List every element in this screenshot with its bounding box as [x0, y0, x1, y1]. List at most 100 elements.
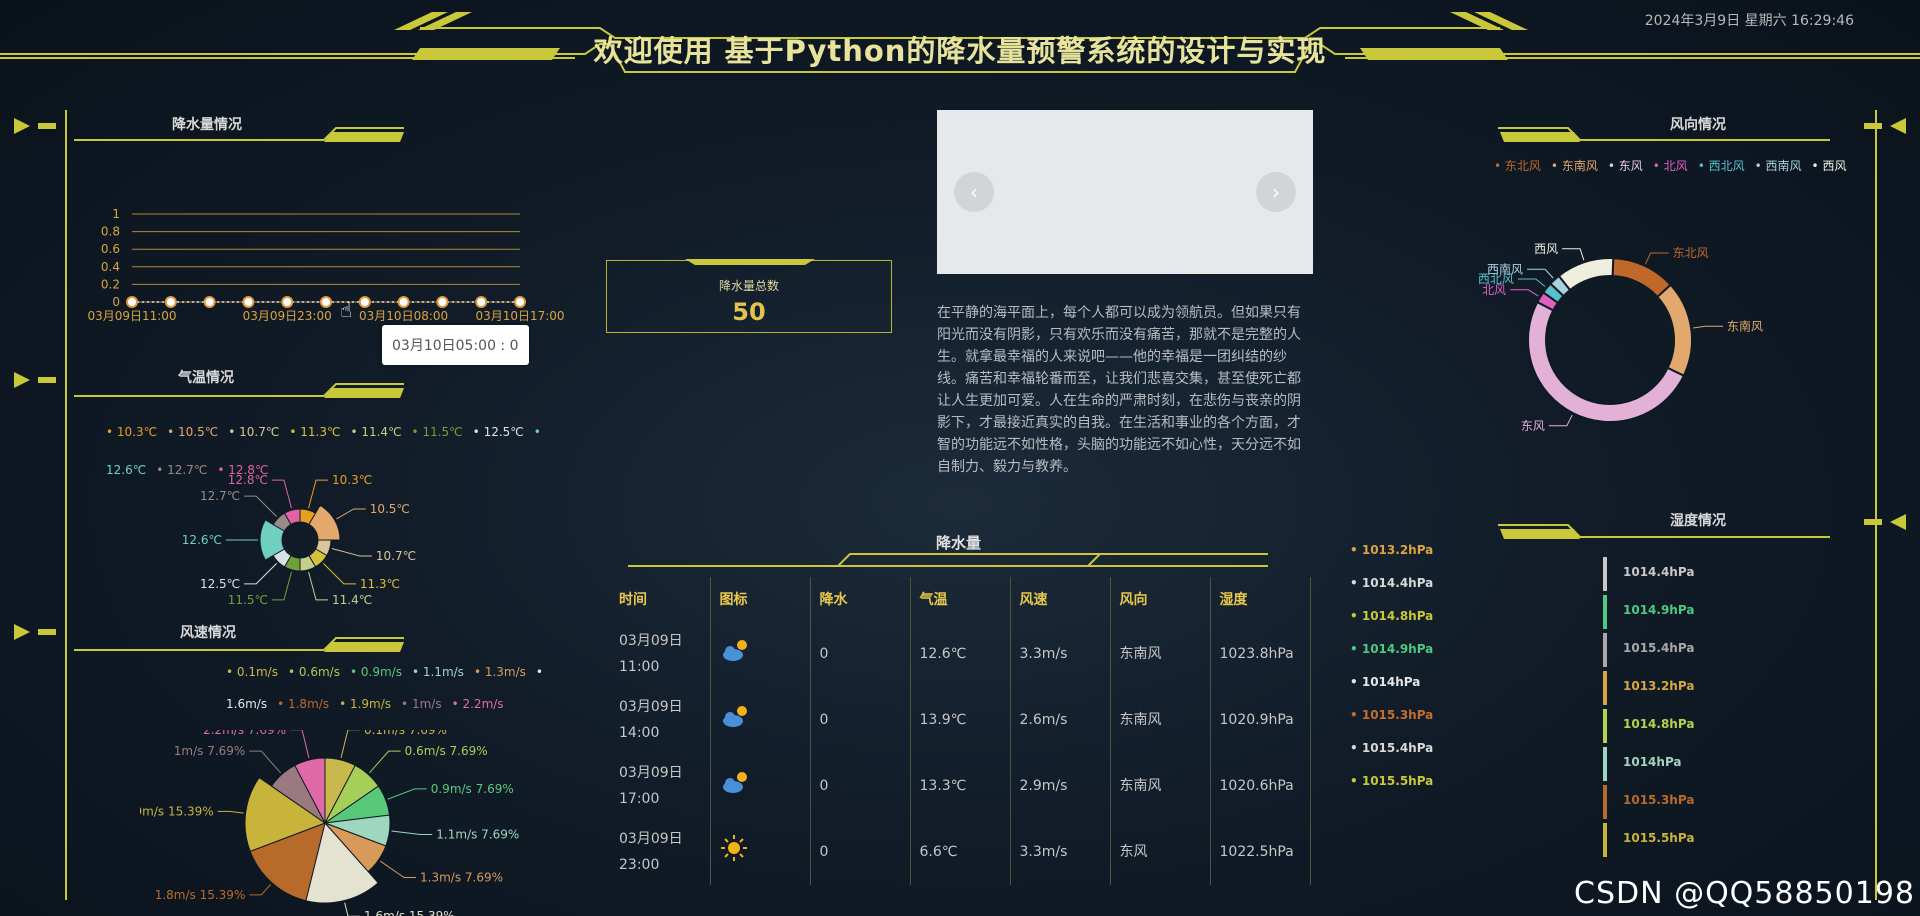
temperature-legend-item[interactable]: 11.3℃	[289, 425, 340, 439]
slice-label: 东北风	[1673, 246, 1709, 260]
pressure-legend-item[interactable]: 1015.5hPa	[1350, 774, 1433, 807]
label-leader-line	[217, 810, 244, 814]
wind-direction-legend[interactable]: 东北风东南风东风北风西北风西南风西风	[1494, 157, 1856, 174]
cell-wind: 2.9m/s	[1010, 753, 1111, 819]
temperature-rose-chart[interactable]: 10.3℃ 10.5℃ 10.7℃ 11.3℃ 11.4℃ 11.5℃ 12.5℃ 12.6℃…	[140, 450, 470, 625]
wind-direction-legend-item[interactable]: 西风	[1812, 159, 1847, 173]
table-header-rain: 降水	[810, 577, 911, 621]
table-header-humidity: 湿度	[1210, 577, 1311, 621]
data-point	[397, 296, 410, 308]
humidity-color-bar	[1603, 595, 1607, 629]
wind-direction-legend-item[interactable]: 西北风	[1698, 159, 1745, 173]
slice-label: 10.7℃	[376, 549, 416, 563]
pressure-legend-item[interactable]: 1015.3hPa	[1350, 708, 1433, 741]
wind-direction-legend-item[interactable]: 东南风	[1551, 159, 1598, 173]
wind-speed-legend-item[interactable]: 1.8m/s	[277, 697, 329, 711]
data-point	[126, 296, 138, 308]
data-point	[164, 296, 177, 308]
wind-speed-legend-item[interactable]: 0.6m/s	[288, 665, 340, 679]
pressure-legend-item[interactable]: 1014.4hPa	[1350, 576, 1433, 609]
cell-humidity: 1023.8hPa	[1210, 621, 1311, 687]
humidity-title-underline	[1498, 524, 1830, 539]
wind-speed-legend-item[interactable]: 1.9m/s	[339, 697, 391, 711]
humidity-item[interactable]: 1015.5hPa	[1603, 823, 1694, 861]
pie-slice	[308, 504, 341, 541]
slice-label: 1m/s 7.69%	[174, 744, 246, 758]
humidity-item[interactable]: 1015.3hPa	[1603, 785, 1694, 823]
wind-speed-legend-item[interactable]: 1.1m/s	[412, 665, 464, 679]
label-leader-line	[1527, 268, 1554, 279]
label-leader-line	[369, 750, 401, 774]
y-tick-label: 0	[112, 295, 120, 309]
slice-label: 西南风	[1487, 261, 1523, 276]
label-leader-line	[379, 860, 417, 878]
x-tick-label: 03月10日17:00	[475, 309, 564, 323]
cell-rain: 0	[810, 819, 911, 885]
humidity-item[interactable]: 1014.4hPa	[1603, 557, 1694, 595]
humidity-label: 1014hPa	[1623, 755, 1682, 769]
pressure-legend-item[interactable]: 1014.8hPa	[1350, 609, 1433, 642]
donut-slice	[1557, 257, 1615, 292]
slice-label: 11.4℃	[332, 593, 372, 607]
data-point	[281, 296, 294, 308]
cell-wind: 3.3m/s	[1010, 621, 1111, 687]
data-point	[514, 296, 526, 308]
wind-speed-legend-item[interactable]: 2.2m/s	[452, 697, 504, 711]
sun-icon	[710, 819, 811, 885]
wind-direction-donut-chart[interactable]: 东北风东南风东风北风西北风西南风西风	[1450, 240, 1820, 440]
label-leader-line	[331, 548, 372, 557]
table-header-icon: 图标	[710, 577, 811, 621]
cell-rain: 0	[810, 687, 911, 753]
temperature-legend-item[interactable]: 12.5℃	[473, 425, 524, 439]
wind-direction-legend-item[interactable]: 东风	[1608, 159, 1643, 173]
wind-speed-legend[interactable]: 0.1m/s0.6m/s0.9m/s1.1m/s1.3m/s1.6m/s1.8m…	[226, 656, 596, 720]
cell-direction: 东南风	[1110, 753, 1211, 819]
label-leader-line	[249, 750, 281, 774]
rainfall-line-chart[interactable]: 0 0.2 0.4 0.6 0.8 1 03月09日11:00 03月09日23:00 03月1…	[80, 200, 580, 330]
pressure-legend-item[interactable]: 1013.2hPa	[1350, 543, 1433, 576]
cloud-sun-icon	[710, 621, 811, 687]
humidity-item[interactable]: 1014.9hPa	[1603, 595, 1694, 633]
carousel-next-button[interactable]: ›	[1256, 172, 1296, 212]
left-side-frame	[14, 110, 67, 900]
donut-slice	[1611, 257, 1673, 299]
slice-label: 12.8℃	[228, 473, 268, 487]
wind-speed-legend-item[interactable]: 0.1m/s	[226, 665, 278, 679]
wind-speed-legend-item[interactable]: 1m/s	[401, 697, 442, 711]
humidity-color-bar	[1603, 785, 1607, 819]
wind-direction-legend-item[interactable]: 北风	[1653, 159, 1688, 173]
label-leader-line	[336, 508, 366, 520]
wind-direction-legend-item[interactable]: 东北风	[1494, 159, 1541, 173]
humidity-item[interactable]: 1014hPa	[1603, 747, 1694, 785]
humidity-color-bar	[1603, 671, 1607, 705]
pressure-legend-item[interactable]: 1014.9hPa	[1350, 642, 1433, 675]
wind-speed-legend-item[interactable]: 0.9m/s	[350, 665, 402, 679]
slice-label: 12.6℃	[182, 533, 222, 547]
data-point	[320, 296, 332, 308]
pressure-legend-item[interactable]: 1015.4hPa	[1350, 741, 1433, 774]
slice-label: 11.3℃	[360, 577, 400, 591]
article-text[interactable]: 在平静的海平面上，每个人都可以成为领航员。但如果只有阳光而没有阴影，只有欢乐而没…	[937, 302, 1313, 476]
wind-speed-legend-item[interactable]: 1.3m/s	[474, 665, 526, 679]
image-carousel[interactable]: ‹ ›	[937, 110, 1313, 274]
humidity-label: 1015.5hPa	[1623, 831, 1695, 845]
humidity-item[interactable]: 1014.8hPa	[1603, 709, 1694, 747]
temperature-legend-item[interactable]: 10.3℃	[106, 425, 157, 439]
temperature-legend-item[interactable]: 11.5℃	[412, 425, 463, 439]
label-leader-line	[308, 479, 329, 509]
wind-speed-rose-chart[interactable]: 0.1m/s 7.69% 0.6m/s 7.69% 0.9m/s 7.69% 1.1m…	[140, 730, 530, 916]
temperature-legend-item[interactable]: 10.5℃	[167, 425, 218, 439]
temperature-legend-item[interactable]: 11.4℃	[350, 425, 401, 439]
slice-label: 东风	[1521, 419, 1545, 433]
label-leader-line	[391, 830, 433, 836]
temperature-legend-item[interactable]: 10.7℃	[228, 425, 279, 439]
pressure-legend-list[interactable]: 1013.2hPa1014.4hPa1014.8hPa1014.9hPa1014…	[1350, 543, 1433, 807]
humidity-legend-list[interactable]: 1014.4hPa 1014.9hPa 1015.4hPa 1013.2hPa 1014…	[1603, 557, 1694, 861]
humidity-item[interactable]: 1015.4hPa	[1603, 633, 1694, 671]
slice-label: 2.2m/s 7.69%	[203, 730, 286, 737]
pointer-cursor-icon: ☝	[340, 298, 353, 322]
pressure-legend-item[interactable]: 1014hPa	[1350, 675, 1433, 708]
wind-direction-legend-item[interactable]: 西南风	[1755, 159, 1802, 173]
carousel-prev-button[interactable]: ‹	[954, 172, 994, 212]
humidity-item[interactable]: 1013.2hPa	[1603, 671, 1694, 709]
